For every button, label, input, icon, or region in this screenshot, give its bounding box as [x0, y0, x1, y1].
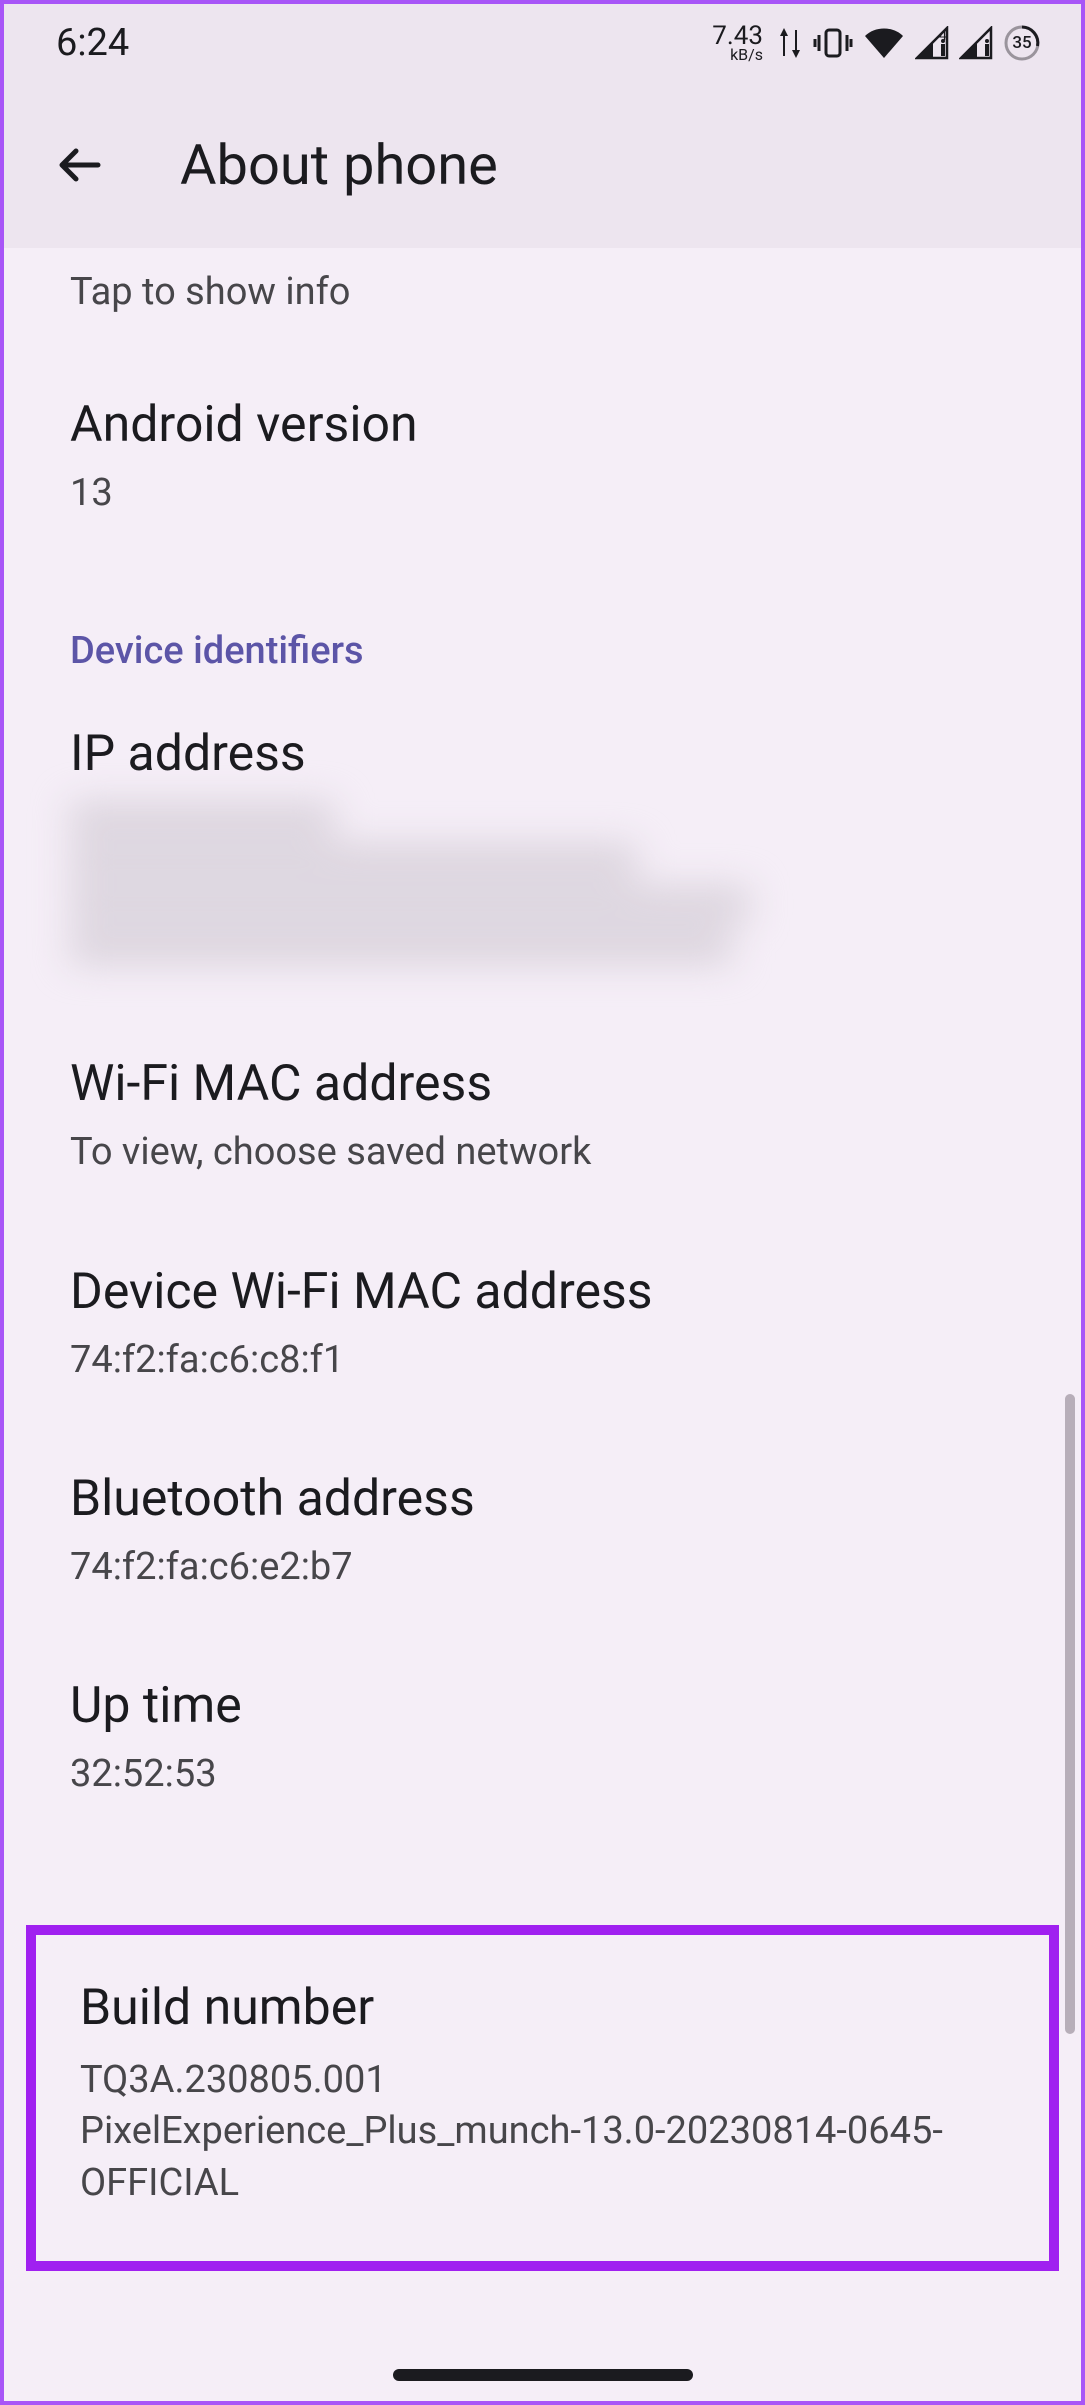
row-ip-address[interactable]: IP address: [4, 683, 1081, 1013]
page-title: About phone: [180, 132, 498, 198]
battery-icon: 35: [1003, 24, 1041, 62]
status-bar: 6:24 7.43 kB/s 4 35: [4, 4, 1081, 82]
app-bar: About phone: [4, 82, 1081, 248]
row-device-wifi-mac[interactable]: Device Wi-Fi MAC address 74:f2:fa:c6:c8:…: [4, 1221, 1081, 1428]
row-value: 13: [70, 468, 1015, 519]
row-value: To view, choose saved network: [70, 1127, 1015, 1178]
row-up-time[interactable]: Up time 32:52:53: [4, 1635, 1081, 1842]
row-title: Build number: [80, 1979, 1005, 2037]
scrollbar[interactable]: [1065, 1394, 1075, 2034]
row-build-number[interactable]: Build number TQ3A.230805.001 PixelExperi…: [26, 1925, 1059, 2271]
signal-2-icon: [959, 26, 993, 60]
tap-hint-row[interactable]: Tap to show info: [4, 248, 1081, 354]
row-title: Wi-Fi MAC address: [70, 1055, 1015, 1113]
row-title: Device Wi-Fi MAC address: [70, 1263, 1015, 1321]
section-device-identifiers: Device identifiers: [4, 561, 1081, 683]
content-scroll[interactable]: Tap to show info Android version 13 Devi…: [4, 248, 1081, 1842]
network-speed: 7.43 kB/s: [712, 23, 763, 63]
row-value-line2: PixelExperience_Plus_munch-13.0-20230814…: [80, 2106, 1005, 2209]
row-bluetooth-address[interactable]: Bluetooth address 74:f2:fa:c6:e2:b7: [4, 1428, 1081, 1635]
row-wifi-mac[interactable]: Wi-Fi MAC address To view, choose saved …: [4, 1013, 1081, 1220]
row-value-line1: TQ3A.230805.001: [80, 2055, 1005, 2106]
row-title: Bluetooth address: [70, 1470, 1015, 1528]
status-time: 6:24: [56, 21, 129, 65]
vibrate-icon: [813, 26, 853, 60]
arrows-updown-icon: [777, 26, 803, 60]
row-title: IP address: [70, 725, 1015, 783]
row-title: Android version: [70, 396, 1015, 454]
row-android-version[interactable]: Android version 13: [4, 354, 1081, 561]
ip-address-redacted: [70, 803, 1015, 1003]
signal-1-icon: 4: [915, 26, 949, 60]
wifi-icon: [863, 26, 905, 60]
row-value: 32:52:53: [70, 1749, 1015, 1800]
arrow-back-icon: [54, 139, 106, 191]
row-title: Up time: [70, 1677, 1015, 1735]
back-button[interactable]: [40, 125, 120, 205]
nav-handle[interactable]: [393, 2369, 693, 2381]
row-value: 74:f2:fa:c6:c8:f1: [70, 1335, 1015, 1386]
phone-screen: 6:24 7.43 kB/s 4 35: [0, 0, 1085, 2405]
row-value: 74:f2:fa:c6:e2:b7: [70, 1542, 1015, 1593]
